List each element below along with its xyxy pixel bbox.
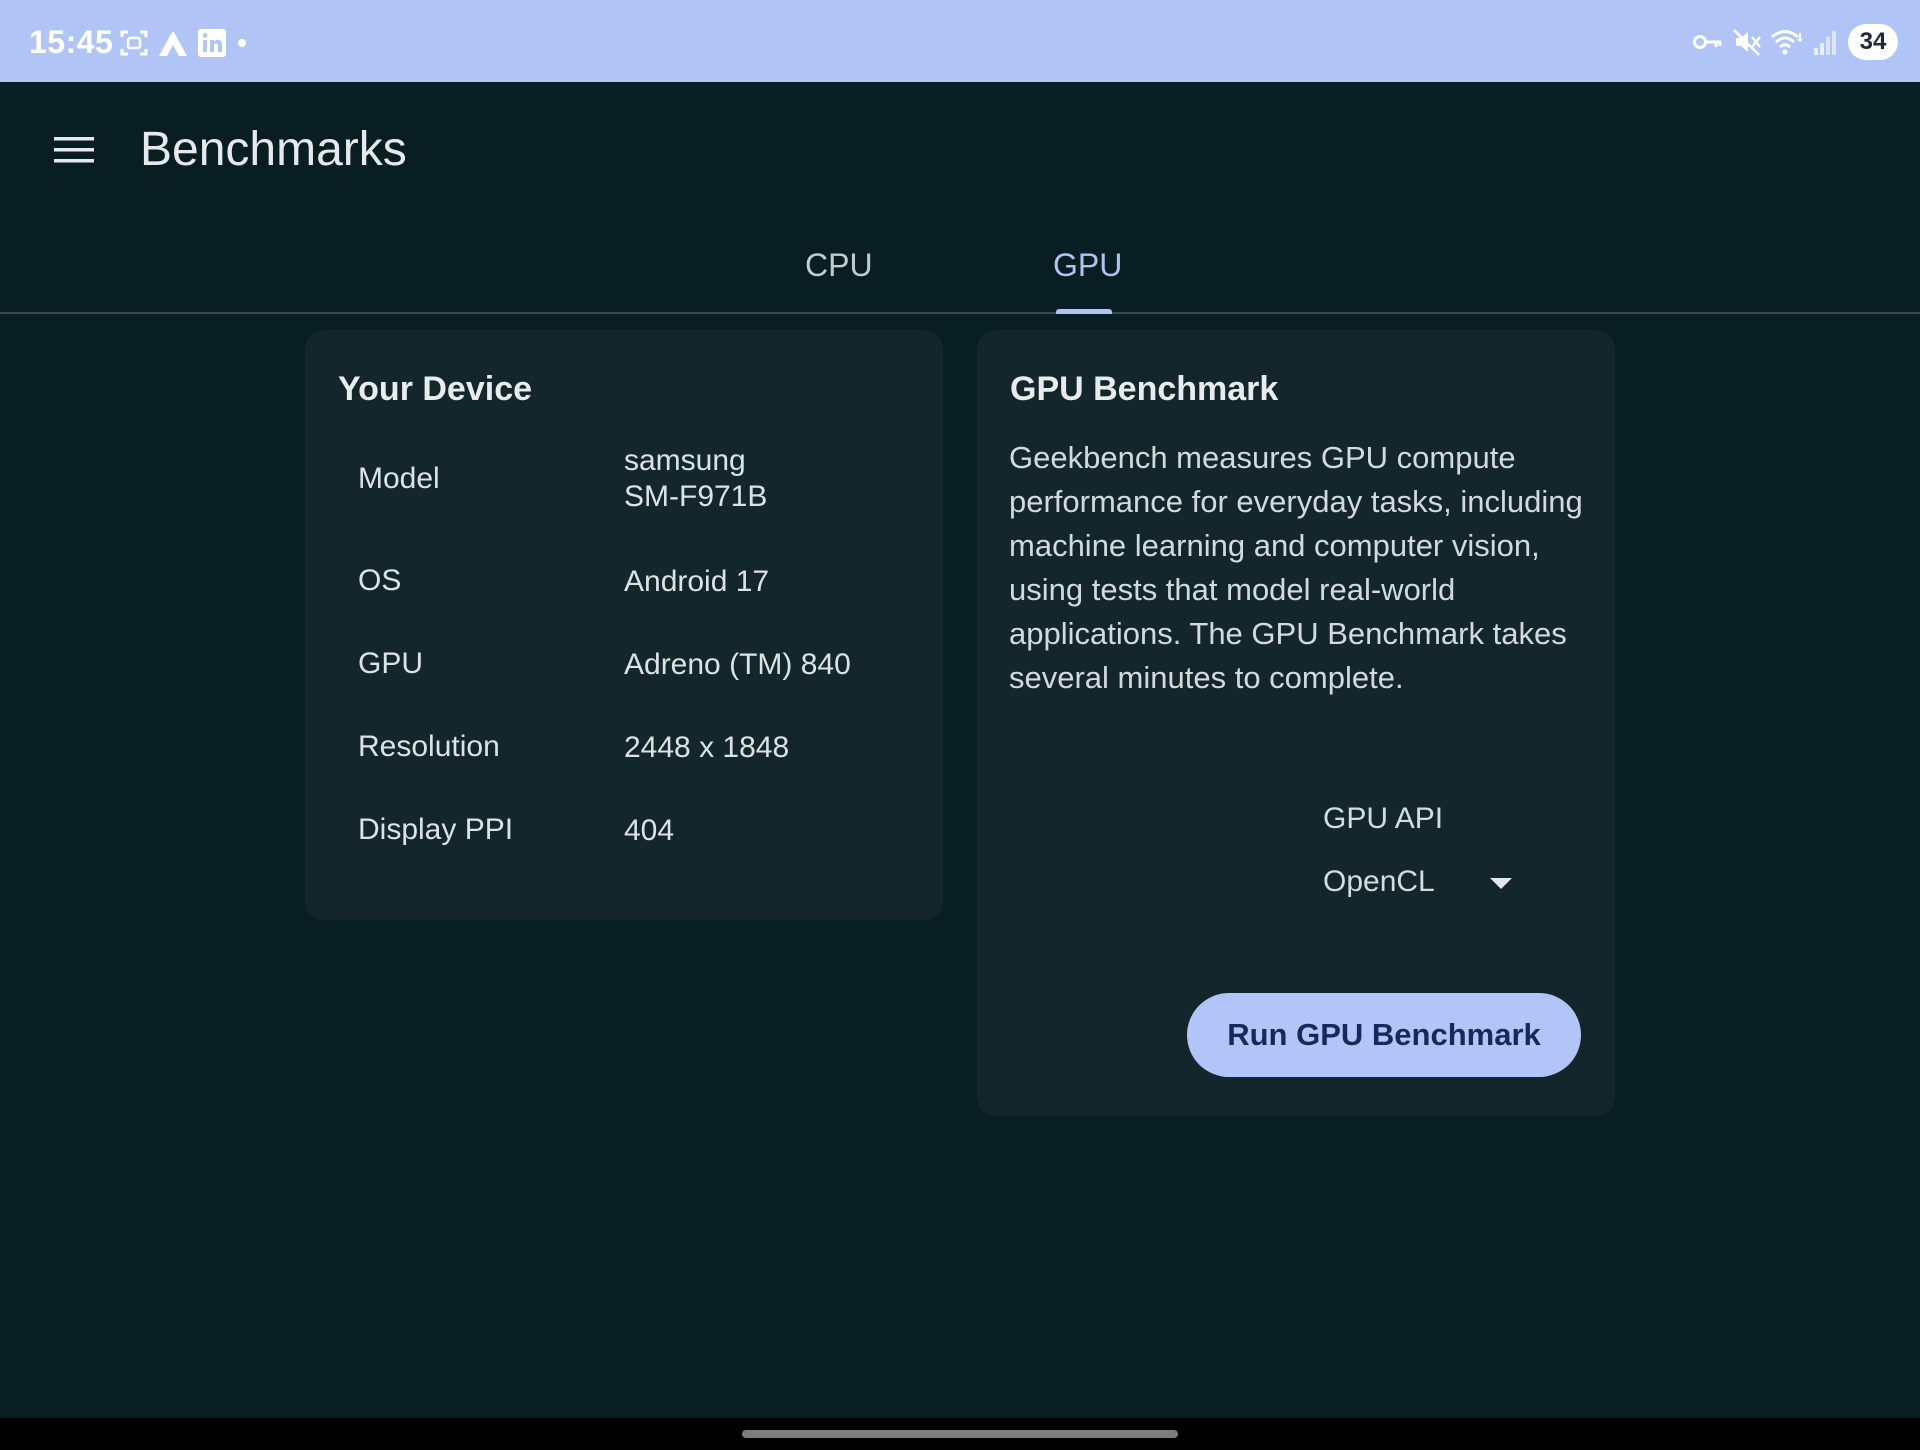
signal-icon: [1814, 31, 1836, 55]
dropdown-arrow-icon: [1490, 878, 1512, 889]
gpu-api-dropdown[interactable]: OpenCL: [1323, 860, 1523, 910]
screenshot-icon: [120, 30, 148, 56]
wifi-icon: [1771, 30, 1803, 55]
menu-button[interactable]: [44, 124, 104, 176]
page-title: Benchmarks: [140, 123, 407, 176]
linkedin-icon: [198, 29, 226, 57]
status-bar: 15:45 34: [0, 0, 1920, 82]
battery-badge: 34: [1848, 24, 1898, 60]
device-card: Your Device Model samsung SM-F971B OS An…: [305, 330, 943, 920]
status-time: 15:45: [29, 24, 114, 60]
run-gpu-benchmark-button[interactable]: Run GPU Benchmark: [1187, 993, 1581, 1077]
mute-icon: [1733, 29, 1761, 56]
spec-value: samsung SM-F971B: [624, 444, 768, 513]
spec-label: Resolution: [358, 730, 500, 763]
spec-value: Adreno (TM) 840: [624, 648, 851, 681]
tab-cpu[interactable]: CPU: [805, 247, 873, 284]
spec-value: 404: [624, 814, 675, 847]
status-left-icons: [119, 26, 249, 60]
device-card-title: Your Device: [338, 370, 533, 408]
spec-label: Model: [358, 462, 440, 495]
nordvpn-icon: [159, 32, 187, 56]
spec-value: 2448 x 1848: [624, 731, 790, 764]
gpu-card-title: GPU Benchmark: [1010, 370, 1279, 408]
spec-label: GPU: [358, 647, 424, 680]
dot-icon: [238, 39, 246, 47]
spec-label: OS: [358, 564, 402, 597]
tab-gpu[interactable]: GPU: [1053, 247, 1122, 284]
spec-value: Android 17: [624, 565, 770, 598]
gpu-api-label: GPU API: [1323, 802, 1444, 835]
hamburger-menu-icon: [54, 137, 94, 163]
tab-bar: CPU GPU: [0, 217, 1920, 314]
gpu-api-selected: OpenCL: [1323, 865, 1435, 898]
spec-label: Display PPI: [358, 813, 514, 846]
tab-indicator: [1056, 309, 1112, 314]
gpu-description: Geekbench measures GPU compute performan…: [1009, 440, 1583, 695]
navigation-bar: [0, 1418, 1920, 1450]
gpu-benchmark-card: GPU Benchmark Geekbench measures GPU com…: [977, 330, 1615, 1116]
status-right-icons: 34: [1692, 24, 1898, 60]
app-bar: Benchmarks: [0, 82, 1920, 217]
vpn-key-icon: [1693, 35, 1722, 49]
home-gesture-handle[interactable]: [742, 1430, 1178, 1438]
